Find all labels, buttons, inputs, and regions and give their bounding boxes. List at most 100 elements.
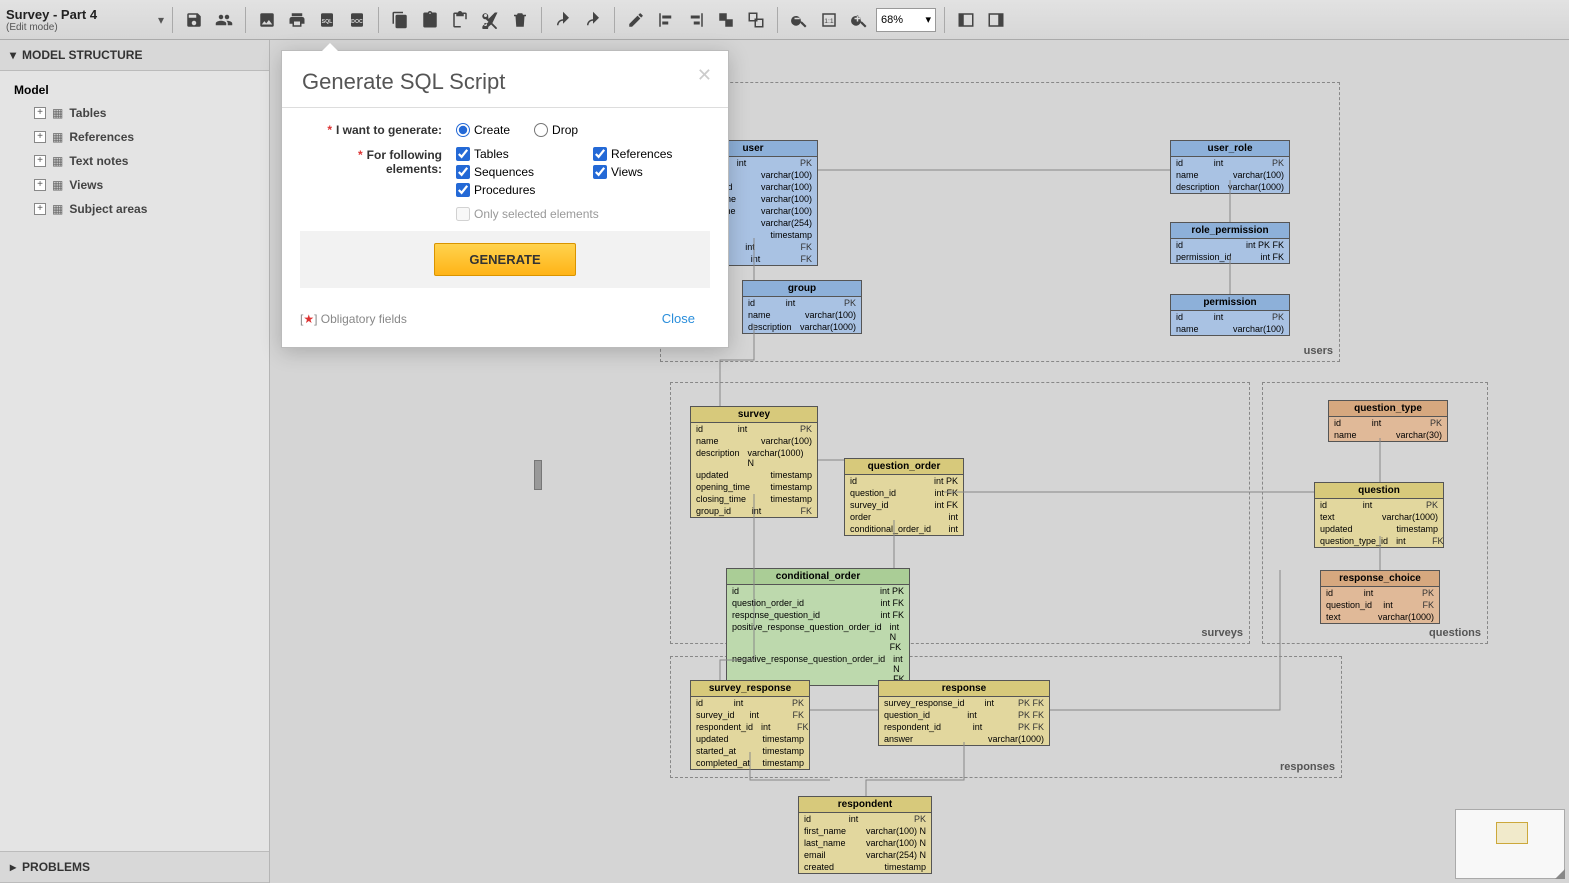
entity-question[interactable]: questionidintPKtextvarchar(1000)updatedt… <box>1314 482 1444 548</box>
expand-icon[interactable]: + <box>34 131 46 143</box>
entity-column: respondent_idintFK <box>691 721 809 733</box>
tree-item[interactable]: +▦Text notes <box>0 149 269 173</box>
check-tables[interactable]: Tables <box>456 147 573 161</box>
paste-special-icon[interactable] <box>447 7 473 33</box>
tree-item[interactable]: +▦Views <box>0 173 269 197</box>
expand-icon[interactable]: + <box>34 155 46 167</box>
expand-icon[interactable]: + <box>34 179 46 191</box>
entity-column: group_idintFK <box>691 505 817 517</box>
paste-icon[interactable] <box>417 7 443 33</box>
document-title-block[interactable]: Survey - Part 4 (Edit mode) <box>6 7 146 33</box>
entity-survey-response[interactable]: survey_responseidintPKsurvey_idintFKresp… <box>690 680 810 770</box>
tree-item-label: Subject areas <box>69 202 147 216</box>
delete-icon[interactable] <box>507 7 533 33</box>
expand-icon[interactable]: + <box>34 107 46 119</box>
entity-question-type[interactable]: question_typeidintPKnamevarchar(30) <box>1328 400 1448 442</box>
entity-column: started_attimestamp <box>691 745 809 757</box>
close-icon[interactable]: ✕ <box>697 65 712 86</box>
zoom-out-icon[interactable] <box>786 7 812 33</box>
entity-response[interactable]: responsesurvey_response_idintPK FKquesti… <box>878 680 1050 746</box>
entity-column: idintPK <box>743 297 861 309</box>
entity-column: opening_timetimestamp <box>691 481 817 493</box>
send-back-icon[interactable] <box>743 7 769 33</box>
entity-response-choice[interactable]: response_choiceidintPKquestion_idintFKte… <box>1320 570 1440 624</box>
generate-button[interactable]: GENERATE <box>434 243 575 276</box>
bring-front-icon[interactable] <box>713 7 739 33</box>
panel-right-icon[interactable] <box>983 7 1009 33</box>
save-icon[interactable] <box>181 7 207 33</box>
entity-column: idint PK <box>845 475 963 487</box>
entity-column: idintPK <box>1315 499 1443 511</box>
tree-item[interactable]: + ▦ References <box>0 125 269 149</box>
entity-header: group <box>743 281 861 297</box>
entity-column: idintPK <box>1329 417 1447 429</box>
check-sequences[interactable]: Sequences <box>456 165 573 179</box>
tree-root[interactable]: Model <box>0 79 269 101</box>
doc-export-icon[interactable]: DOC <box>344 7 370 33</box>
check-only-selected[interactable]: Only selected elements <box>456 207 599 221</box>
entity-column: namevarchar(100) <box>1171 169 1289 181</box>
minimap[interactable] <box>1455 809 1565 879</box>
entity-column: question_idintPK FK <box>879 709 1049 721</box>
minimap-resize-icon[interactable] <box>1555 869 1565 879</box>
redo-icon[interactable] <box>580 7 606 33</box>
entity-column: namevarchar(30) <box>1329 429 1447 441</box>
align-left-icon[interactable] <box>653 7 679 33</box>
entity-column: updatedtimestamp <box>691 469 817 481</box>
problems-header[interactable]: ▸ PROBLEMS <box>0 851 269 883</box>
copy-icon[interactable] <box>387 7 413 33</box>
entity-role-permission[interactable]: role_permissionidint PK FKpermission_idi… <box>1170 222 1290 264</box>
obligatory-note: [★] Obligatory fields <box>300 312 407 326</box>
zoom-reset-icon[interactable]: 1:1 <box>816 7 842 33</box>
tree-item-label: References <box>69 130 134 144</box>
dialog-title: Generate SQL Script ✕ <box>282 51 728 108</box>
dropdown-icon[interactable]: ▾ <box>158 13 164 27</box>
undo-icon[interactable] <box>550 7 576 33</box>
expand-icon[interactable]: + <box>34 203 46 215</box>
share-icon[interactable] <box>211 7 237 33</box>
tree-item-label: Tables <box>69 106 106 120</box>
edit-icon[interactable] <box>623 7 649 33</box>
sidebar-splitter[interactable] <box>534 460 542 490</box>
entity-header: permission <box>1171 295 1289 311</box>
close-button[interactable]: Close <box>647 304 710 333</box>
check-procedures[interactable]: Procedures <box>456 183 573 197</box>
entity-column: textvarchar(1000) <box>1315 511 1443 523</box>
folder-icon: ▦ <box>52 130 63 144</box>
check-views[interactable]: Views <box>593 165 710 179</box>
entity-question-order[interactable]: question_orderidint PKquestion_idint FKs… <box>844 458 964 536</box>
panel-left-icon[interactable] <box>953 7 979 33</box>
align-right-icon[interactable] <box>683 7 709 33</box>
svg-text:1:1: 1:1 <box>824 18 834 25</box>
entity-conditional-order[interactable]: conditional_orderidint PKquestion_order_… <box>726 568 910 686</box>
check-references[interactable]: References <box>593 147 710 161</box>
tree-item[interactable]: + ▦ Tables <box>0 101 269 125</box>
entity-column: completed_attimestamp <box>691 757 809 769</box>
print-icon[interactable] <box>284 7 310 33</box>
tree-item[interactable]: +▦Subject areas <box>0 197 269 221</box>
sql-export-icon[interactable]: SQL <box>314 7 340 33</box>
image-icon[interactable] <box>254 7 280 33</box>
radio-drop[interactable]: Drop <box>534 122 578 137</box>
expand-icon: ▸ <box>10 860 16 874</box>
entity-column: createdtimestamp <box>799 861 931 873</box>
entity-header: role_permission <box>1171 223 1289 239</box>
folder-icon: ▦ <box>52 106 63 120</box>
entity-user-role[interactable]: user_roleidintPKnamevarchar(100)descript… <box>1170 140 1290 194</box>
collapse-icon: ▾ <box>10 48 16 62</box>
model-structure-header[interactable]: ▾ MODEL STRUCTURE <box>0 40 269 71</box>
entity-group[interactable]: groupidintPKnamevarchar(100)descriptionv… <box>742 280 862 334</box>
sidebar: ▾ MODEL STRUCTURE Model + ▦ Tables + ▦ Refere… <box>0 40 270 883</box>
entity-column: idint PK <box>727 585 909 597</box>
entity-column: permission_idint FK <box>1171 251 1289 263</box>
generate-sql-dialog: Generate SQL Script ✕ *I want to generat… <box>281 50 729 348</box>
minimap-viewport[interactable] <box>1496 822 1528 844</box>
radio-create[interactable]: Create <box>456 122 510 137</box>
zoom-select[interactable]: 68%▾ <box>876 8 936 32</box>
entity-permission[interactable]: permissionidintPKnamevarchar(100) <box>1170 294 1290 336</box>
zoom-in-icon[interactable] <box>846 7 872 33</box>
cut-icon[interactable] <box>477 7 503 33</box>
entity-respondent[interactable]: respondentidintPKfirst_namevarchar(100) … <box>798 796 932 874</box>
entity-survey[interactable]: surveyidintPKnamevarchar(100)description… <box>690 406 818 518</box>
entity-column: last_namevarchar(100) N <box>799 837 931 849</box>
